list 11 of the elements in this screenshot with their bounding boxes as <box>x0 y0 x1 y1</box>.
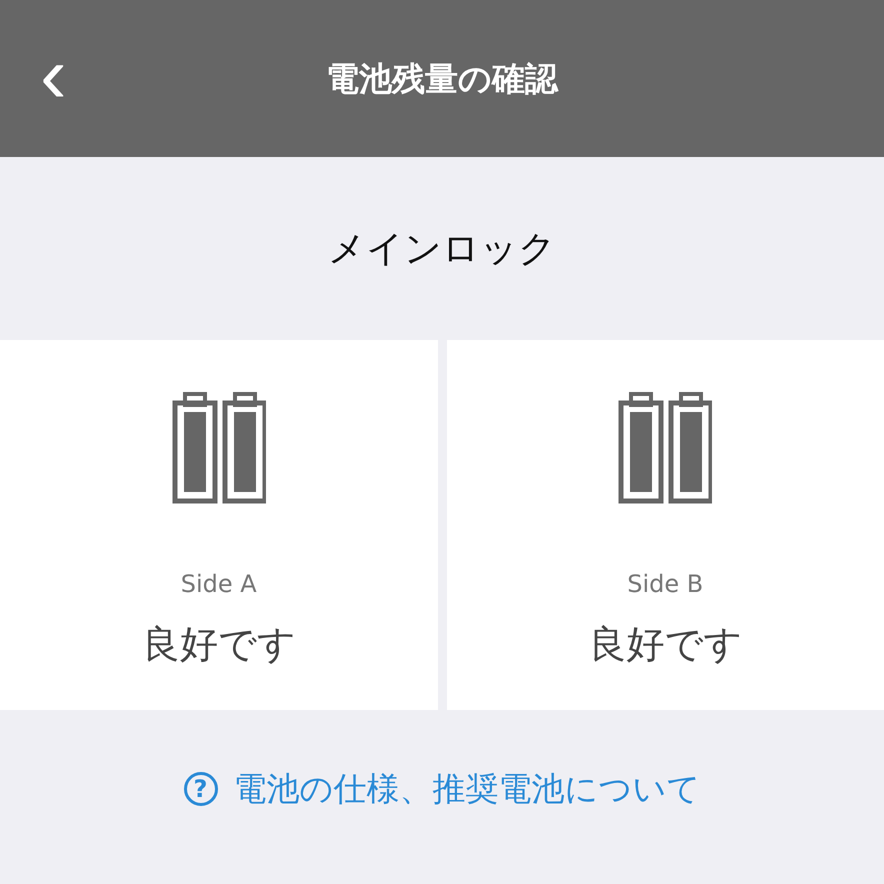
back-button[interactable]: ‹ <box>34 40 73 110</box>
battery-icon <box>618 390 712 504</box>
battery-status: 良好です <box>142 621 296 668</box>
section-title: メインロック <box>328 226 556 272</box>
battery-info-link[interactable]: ? 電池の仕様、推奨電池について <box>184 764 700 814</box>
page-title: 電池残量の確認 <box>326 58 558 100</box>
side-label: Side B <box>627 569 704 600</box>
battery-icon <box>172 390 266 504</box>
battery-status: 良好です <box>588 621 742 668</box>
help-icon: ? <box>184 772 218 806</box>
side-label: Side A <box>180 569 257 600</box>
